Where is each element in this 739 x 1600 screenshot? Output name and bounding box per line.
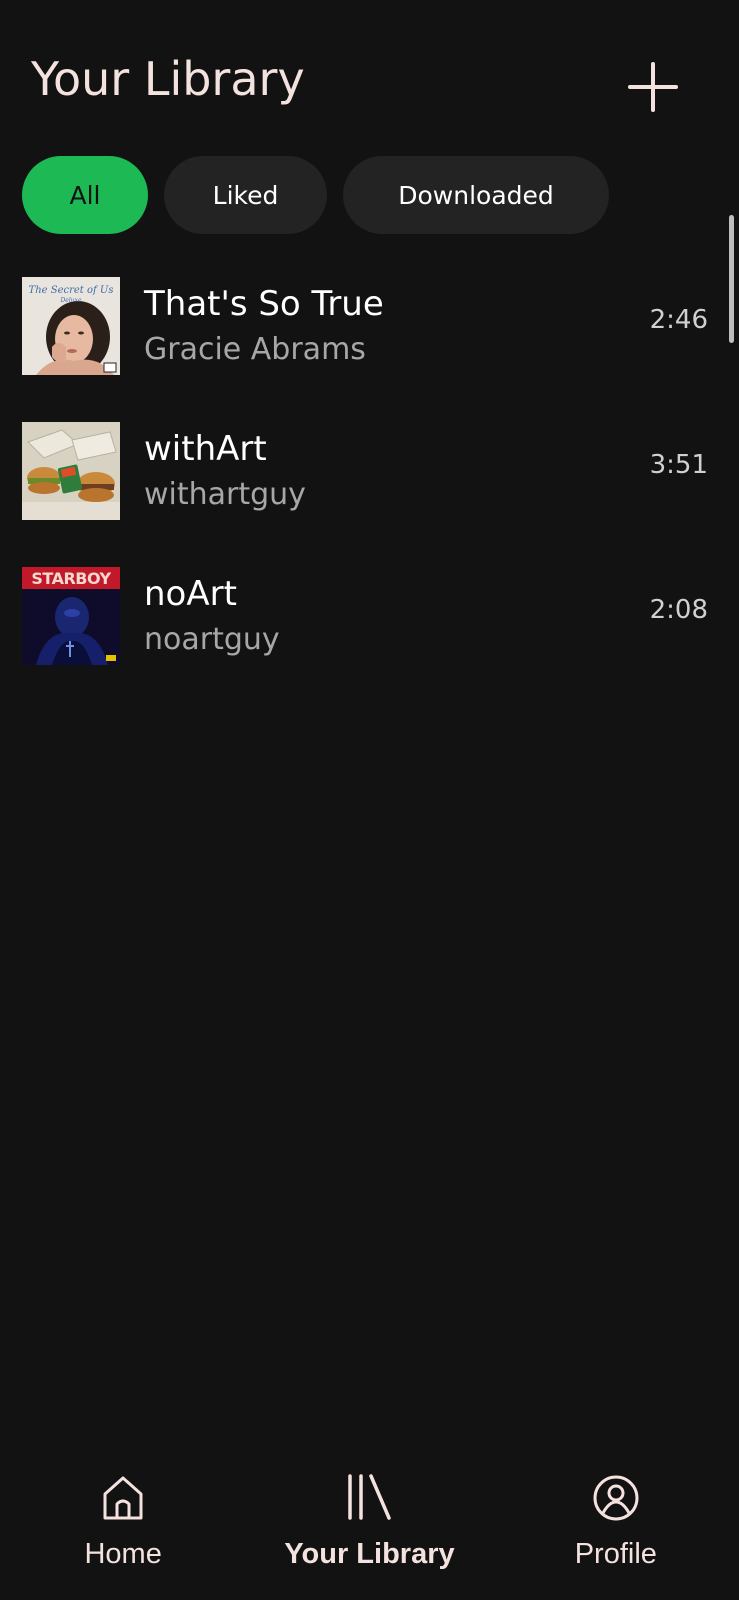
cover-subtitle-text: Deluxe [60,297,82,304]
add-button[interactable] [622,56,684,118]
track-artist: noartguy [144,622,280,657]
filter-chip-all[interactable]: All [22,156,148,234]
track-duration: 2:08 [649,595,708,625]
track-title: That's So True [144,284,384,324]
album-cover: STARBOY [22,567,120,665]
header: Your Library [0,0,739,150]
album-cover [22,422,120,520]
nav-item-profile[interactable]: Profile [493,1450,739,1600]
nav-label-home: Home [84,1538,162,1570]
track-artist: Gracie Abrams [144,332,366,367]
track-row[interactable]: withArt withartguy 3:51 [0,415,739,560]
track-list: The Secret of Us Deluxe That's So True G… [0,270,739,705]
album-cover: The Secret of Us Deluxe [22,277,120,375]
plus-icon [628,62,678,112]
bottom-nav: Home Your Library Profile [0,1450,739,1600]
track-row[interactable]: STARBOY noArt noartguy 2:08 [0,560,739,705]
track-title: withArt [144,429,267,469]
nav-item-library[interactable]: Your Library [246,1450,492,1600]
library-icon [348,1474,392,1520]
nav-item-home[interactable]: Home [0,1450,246,1600]
track-duration: 2:46 [649,305,708,335]
nav-label-profile: Profile [574,1538,657,1570]
track-artist: withartguy [144,477,306,512]
home-icon [103,1476,143,1520]
filter-chips: All Liked Downloaded [22,156,609,234]
nav-label-library: Your Library [284,1538,455,1570]
cover-title-text: The Secret of Us [28,285,114,296]
profile-icon [593,1475,639,1521]
track-duration: 3:51 [649,450,708,480]
filter-chip-liked[interactable]: Liked [164,156,327,234]
track-row[interactable]: The Secret of Us Deluxe That's So True G… [0,270,739,415]
cover-title-text: STARBOY [31,569,111,588]
page-title: Your Library [31,52,305,106]
track-title: noArt [144,574,237,614]
filter-chip-downloaded[interactable]: Downloaded [343,156,609,234]
